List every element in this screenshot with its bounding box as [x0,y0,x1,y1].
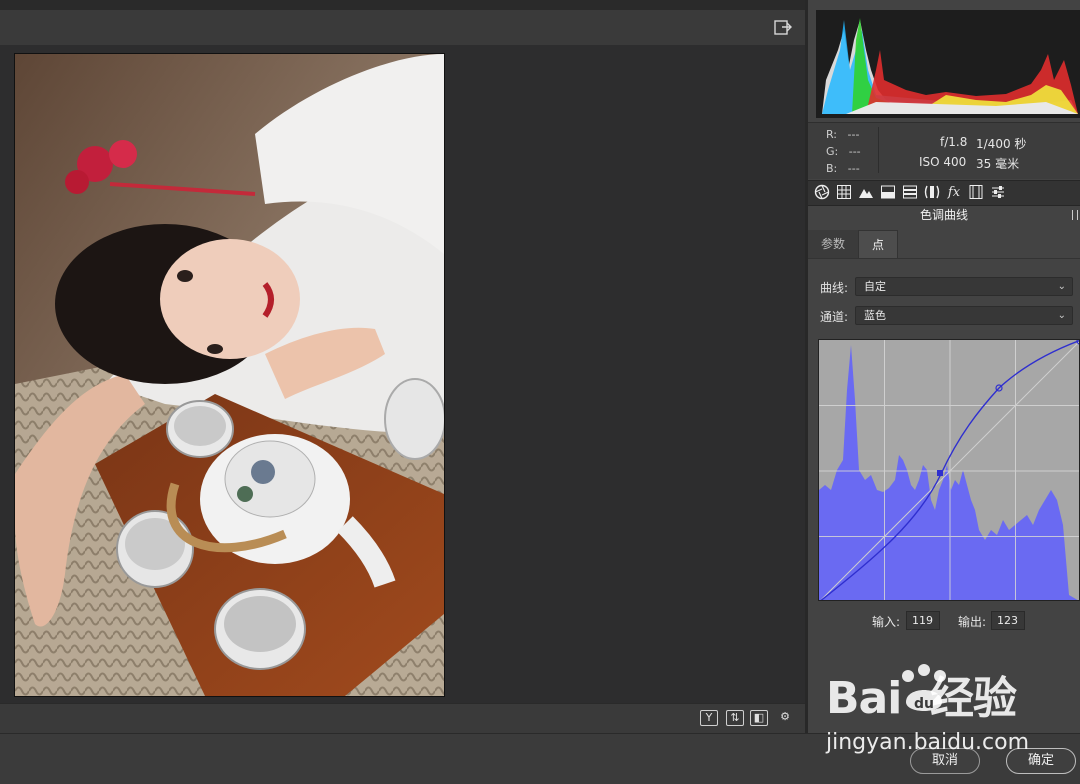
panel-tool-tabs: fx [808,180,1080,206]
shutter-value: 1/400 秒 [976,137,1027,151]
g-readout: G: --- [826,145,861,158]
output-label: 输出: [958,615,987,629]
channel-label: 通道: [820,310,849,324]
lens-correction-icon[interactable] [923,184,941,202]
swap-icon[interactable]: ⇅ [726,710,744,726]
focal-length-value: 35 毫米 [976,157,1020,171]
adjustment-panel: R: --- G: --- B: --- f/1.8 1/400 秒 ISO 4… [808,0,1080,733]
film-calibration-icon[interactable] [967,184,985,202]
panel-menu-icon[interactable] [1072,210,1078,220]
curve-preset-select[interactable]: 自定 ⌄ [855,277,1073,296]
r-readout: R: --- [826,128,860,141]
input-label: 输入: [872,615,901,629]
export-icon[interactable] [773,17,793,37]
svg-text:du: du [914,696,934,712]
before-after-y-icon[interactable]: Y [700,710,718,726]
aperture-value: f/1.8 [940,135,968,149]
histogram [816,10,1080,118]
copy-settings-icon[interactable]: ◧ [750,710,768,726]
watermark-url: jingyan.baidu.com [826,730,1030,755]
mountain-icon[interactable] [857,184,875,202]
curve-mode-tabs: 参数 点 [808,230,1080,259]
basic-aperture-icon[interactable] [813,184,831,202]
chevron-down-icon: ⌄ [1057,310,1066,321]
input-value-field[interactable]: 119 [906,611,940,630]
iso-value: ISO 400 [919,155,967,169]
fx-icon[interactable]: fx [945,184,963,202]
split-tone-icon[interactable] [879,184,897,202]
curve-label: 曲线: [820,281,849,295]
editor-footer: Y ⇅ ◧ ⚙ [0,703,805,734]
editor-header [0,10,805,46]
preview-photo [14,53,445,697]
tone-curve-editor[interactable] [818,339,1080,601]
output-value-field[interactable]: 123 [991,611,1025,630]
tab-parametric[interactable]: 参数 [808,230,858,258]
hsl-strip-icon[interactable] [901,184,919,202]
panel-title: 色调曲线 [808,206,1080,226]
top-strip [0,0,805,10]
baidu-watermark: Bai 经验 du jingyan.baidu.com [826,662,1076,762]
presets-sliders-icon[interactable] [989,184,1007,202]
channel-select[interactable]: 蓝色 ⌄ [855,306,1073,325]
image-canvas[interactable] [0,45,805,703]
chevron-down-icon: ⌄ [1057,281,1066,292]
rgb-readout: R: --- G: --- B: --- f/1.8 1/400 秒 ISO 4… [808,122,1080,179]
tone-grid-icon[interactable] [835,184,853,202]
b-readout: B: --- [826,162,860,175]
settings-sliders-icon[interactable]: ⚙ [776,710,794,726]
paw-icon: du [902,664,946,712]
tab-point[interactable]: 点 [858,230,898,258]
